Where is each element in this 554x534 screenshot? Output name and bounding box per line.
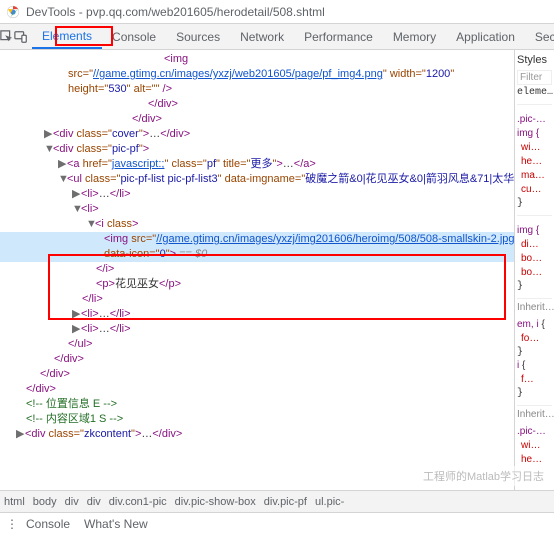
chrome-icon (6, 5, 20, 19)
tab-memory[interactable]: Memory (383, 24, 446, 49)
styles-panel[interactable]: Styles Filter eleme… .pic-… img { wi… he… (514, 50, 554, 490)
tab-security[interactable]: Security (525, 24, 554, 49)
styles-header: Styles (517, 54, 552, 66)
expand-icon[interactable]: ▶ (72, 307, 81, 322)
device-toggle-icon[interactable] (14, 24, 28, 50)
tab-application[interactable]: Application (446, 24, 525, 49)
tab-network[interactable]: Network (230, 24, 294, 49)
expand-icon[interactable]: ▶ (72, 187, 81, 202)
watermark: 工程师的Matlab学习日志 (419, 466, 548, 486)
collapse-icon[interactable]: ▼ (58, 172, 67, 187)
expand-icon[interactable]: ▶ (16, 427, 25, 442)
tab-console[interactable]: Console (102, 24, 166, 49)
tab-sources[interactable]: Sources (166, 24, 230, 49)
expand-icon[interactable]: ▶ (44, 127, 53, 142)
tab-elements[interactable]: Elements (32, 24, 102, 49)
dom-tree[interactable]: <img src="//game.gtimg.cn/images/yxzj/we… (0, 50, 514, 490)
collapse-icon[interactable]: ▼ (72, 202, 81, 217)
expand-icon[interactable]: ▶ (72, 322, 81, 337)
collapse-icon[interactable]: ▼ (44, 142, 53, 157)
tab-performance[interactable]: Performance (294, 24, 383, 49)
expand-icon[interactable]: ▶ (58, 157, 67, 172)
breadcrumb[interactable]: htmlbodydivdivdiv.con1-picdiv.pic-show-b… (0, 490, 554, 512)
filter-input[interactable]: Filter (517, 70, 552, 85)
collapse-icon[interactable]: ▼ (86, 217, 95, 232)
drawer-tab-console[interactable]: Console (26, 517, 70, 531)
drawer-tab-whatsnew[interactable]: What's New (84, 517, 148, 531)
inspect-icon[interactable] (0, 24, 14, 50)
window-title: DevTools - pvp.qq.com/web201605/herodeta… (26, 5, 325, 19)
drawer-menu-icon[interactable]: ⋮ (6, 517, 18, 531)
